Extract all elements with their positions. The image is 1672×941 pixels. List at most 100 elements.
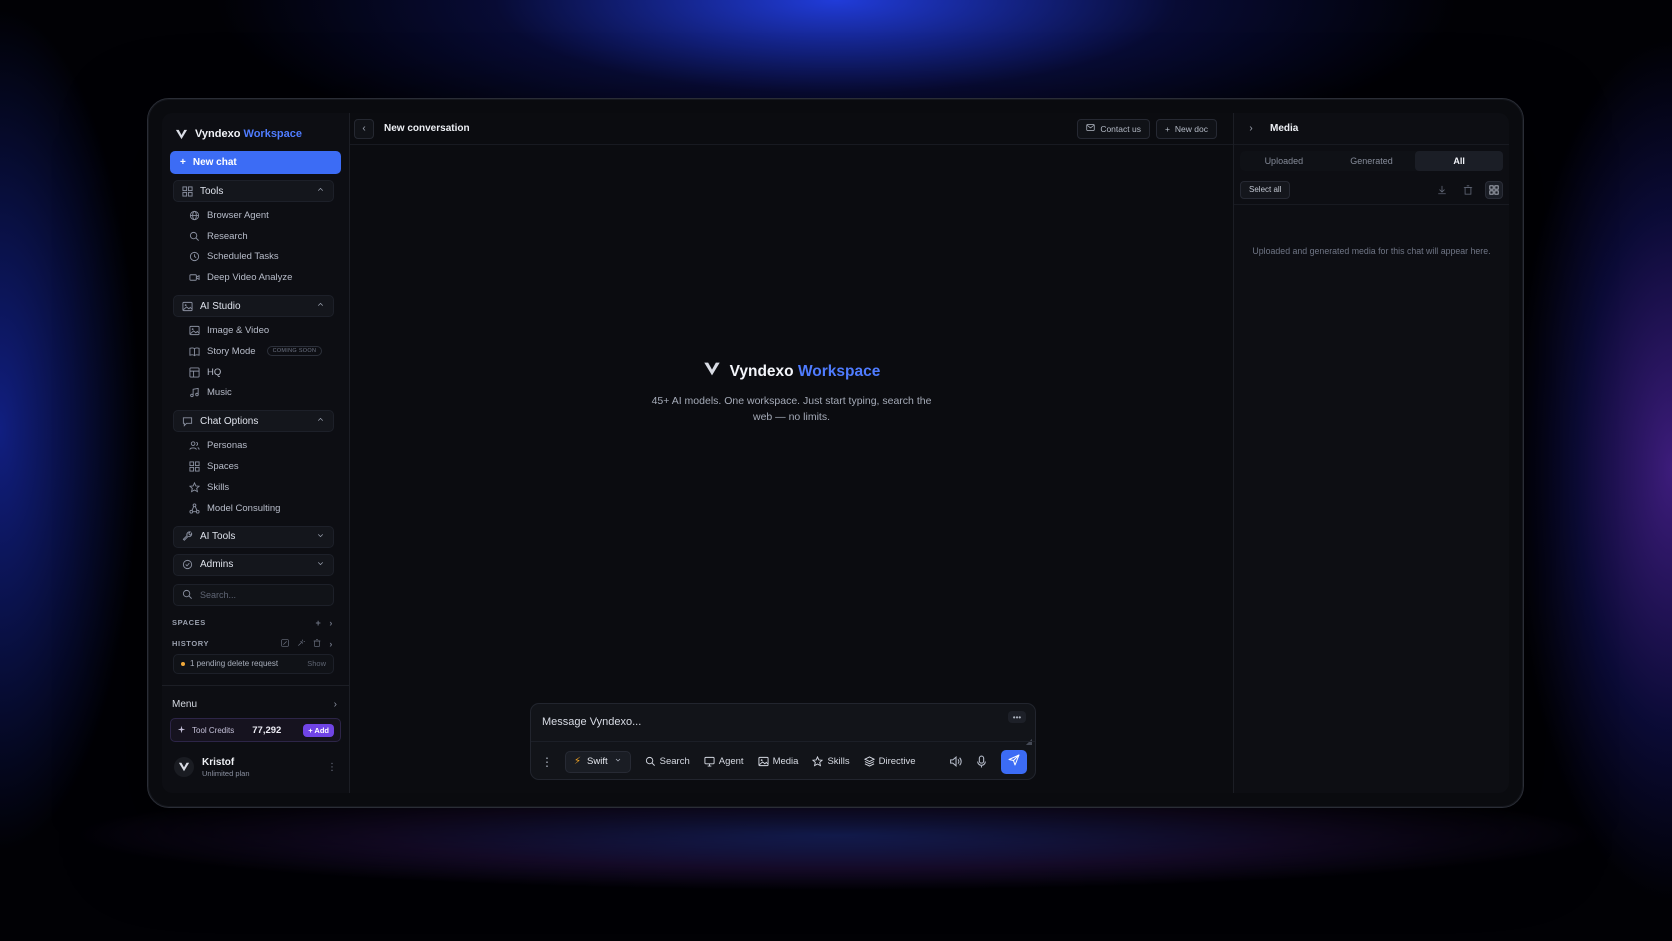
download-icon[interactable] (1433, 181, 1451, 199)
users-icon (189, 440, 200, 451)
group-ai-tools[interactable]: AI Tools (173, 525, 334, 548)
sidebar-item-deep-video-analyze[interactable]: Deep Video Analyze (170, 267, 341, 288)
more-horizontal-icon[interactable]: ••• (1008, 711, 1026, 723)
hero-title: Vyndexo Workspace (703, 360, 880, 383)
search-tool-button[interactable]: Search (645, 756, 690, 767)
user-profile[interactable]: Kristof Unlimited plan ⋮ (170, 749, 341, 785)
sparkle-icon (177, 725, 186, 736)
group-chat-options[interactable]: Chat Options (173, 410, 334, 433)
tab-generated[interactable]: Generated (1328, 151, 1416, 171)
globe-icon (189, 210, 200, 221)
skills-tool-button[interactable]: Skills (812, 756, 850, 767)
media-tool-button[interactable]: Media (758, 756, 798, 767)
microphone-icon[interactable] (975, 755, 988, 768)
more-vertical-icon[interactable]: ⋮ (541, 755, 559, 769)
plus-icon: + (180, 157, 186, 168)
add-space-icon[interactable]: + (316, 618, 322, 628)
chevron-up-icon (316, 300, 325, 312)
select-all-button[interactable]: Select all (1240, 180, 1291, 199)
brand[interactable]: Vyndexo Workspace (170, 121, 341, 147)
media-header: › Media (1234, 113, 1509, 145)
chevron-up-icon (316, 185, 325, 197)
image-icon (758, 756, 769, 767)
sidebar-item-spaces[interactable]: Spaces (170, 456, 341, 477)
contact-us-button[interactable]: Contact us (1077, 118, 1150, 139)
group-ai-studio[interactable]: AI Studio (173, 295, 334, 318)
group-tools[interactable]: Tools (173, 180, 334, 202)
chat-icon (182, 416, 193, 427)
sidebar: Vyndexo Workspace + New chat Tools Brows… (162, 113, 350, 793)
chevron-down-icon (614, 756, 622, 767)
directive-tool-button[interactable]: Directive (863, 756, 916, 767)
mail-icon (1086, 123, 1095, 134)
layout-icon (189, 367, 200, 378)
sidebar-item-image-video[interactable]: Image & Video (170, 320, 341, 341)
new-chat-button[interactable]: + New chat (170, 151, 341, 174)
logo-icon (174, 127, 188, 141)
device-frame: Vyndexo Workspace + New chat Tools Brows… (147, 98, 1524, 808)
edit-icon[interactable] (281, 638, 290, 649)
search-icon (189, 231, 200, 242)
search-icon (645, 756, 656, 767)
add-credits-button[interactable]: + Add (303, 723, 334, 737)
sidebar-item-personas[interactable]: Personas (170, 435, 341, 456)
agent-tool-button[interactable]: Agent (704, 756, 744, 767)
book-icon (189, 346, 200, 357)
sidebar-search-input[interactable]: Search... (173, 583, 334, 606)
monitor-icon (704, 756, 715, 767)
group-admins[interactable]: Admins (173, 553, 334, 576)
avatar (174, 757, 194, 777)
sidebar-item-model-consulting[interactable]: Model Consulting (170, 498, 341, 519)
composer-toolbar: ⋮ ⚡ Swift Search Agent Media Skills Dire… (531, 741, 1035, 781)
brand-name: Vyndexo Workspace (195, 128, 303, 140)
menu-button[interactable]: Menu › (170, 694, 341, 712)
trash-icon[interactable] (1459, 181, 1477, 199)
message-input[interactable]: Message Vyndexo... (542, 716, 641, 728)
sidebar-item-story-mode[interactable]: Story Mode COMING SOON (170, 341, 341, 362)
video-icon (189, 272, 200, 283)
chevron-right-icon[interactable]: › (1242, 120, 1260, 138)
chevron-up-icon (316, 415, 325, 427)
image-icon (182, 301, 193, 312)
model-selector[interactable]: ⚡ Swift (565, 750, 631, 773)
sparkle-icon[interactable] (297, 639, 306, 649)
collapse-sidebar-button[interactable]: ‹ (354, 118, 374, 139)
media-empty-state: Uploaded and generated media for this ch… (1252, 246, 1491, 256)
tab-uploaded[interactable]: Uploaded (1240, 151, 1328, 171)
sidebar-item-hq[interactable]: HQ (170, 362, 341, 383)
more-vertical-icon[interactable]: ⋮ (327, 762, 341, 773)
media-panel: › Media Uploaded Generated All Select al… (1233, 113, 1509, 793)
spaces-section: SPACES + › (172, 617, 333, 628)
trash-icon[interactable] (313, 638, 321, 649)
chevron-right-icon: › (333, 699, 337, 710)
chat-area: ‹ New conversation Contact us + New doc (350, 113, 1233, 793)
sidebar-item-skills[interactable]: Skills (170, 477, 341, 498)
sidebar-item-scheduled-tasks[interactable]: Scheduled Tasks (170, 247, 341, 268)
show-pending-link[interactable]: Show (307, 659, 326, 668)
tool-credits: Tool Credits 77,292 + Add (170, 718, 341, 742)
nodes-icon (189, 503, 200, 514)
chevron-right-icon[interactable]: › (329, 618, 333, 628)
speaker-icon[interactable] (949, 755, 962, 768)
media-tabs: Uploaded Generated All (1240, 151, 1504, 171)
chevron-right-icon[interactable]: › (329, 639, 333, 649)
star-icon (812, 756, 824, 767)
sidebar-item-browser-agent[interactable]: Browser Agent (170, 205, 341, 226)
star-icon (189, 481, 200, 493)
grid-view-icon[interactable] (1485, 180, 1503, 199)
shield-icon (182, 559, 193, 570)
new-doc-button[interactable]: + New doc (1155, 118, 1217, 139)
image-icon (189, 325, 200, 336)
sidebar-item-music[interactable]: Music (170, 383, 341, 404)
send-button[interactable] (1001, 749, 1027, 774)
chevron-left-icon: ‹ (362, 123, 366, 134)
welcome-hero: Vyndexo Workspace 45+ AI models. One wor… (350, 360, 1233, 425)
sidebar-item-research[interactable]: Research (170, 226, 341, 247)
coming-soon-badge: COMING SOON (266, 346, 323, 357)
chevron-down-icon (316, 531, 325, 543)
tab-all[interactable]: All (1415, 151, 1504, 171)
clock-icon (189, 251, 200, 262)
chevron-down-icon (316, 559, 325, 571)
topbar: ‹ New conversation Contact us + New doc (350, 113, 1233, 145)
message-composer: Message Vyndexo... ••• ◢ ⋮ ⚡ Swift Searc… (530, 703, 1036, 780)
